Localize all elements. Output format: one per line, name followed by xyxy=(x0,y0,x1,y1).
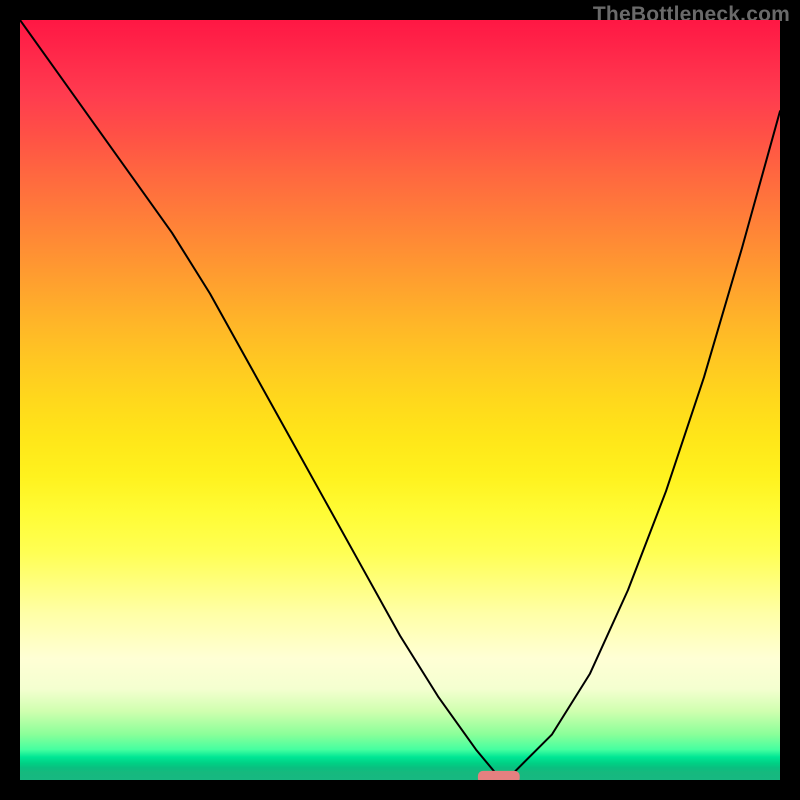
chart-container: TheBottleneck.com xyxy=(0,0,800,800)
plot-area xyxy=(20,20,780,780)
optimal-point-marker xyxy=(478,771,520,780)
chart-svg xyxy=(20,20,780,780)
bottleneck-curve xyxy=(20,20,780,780)
